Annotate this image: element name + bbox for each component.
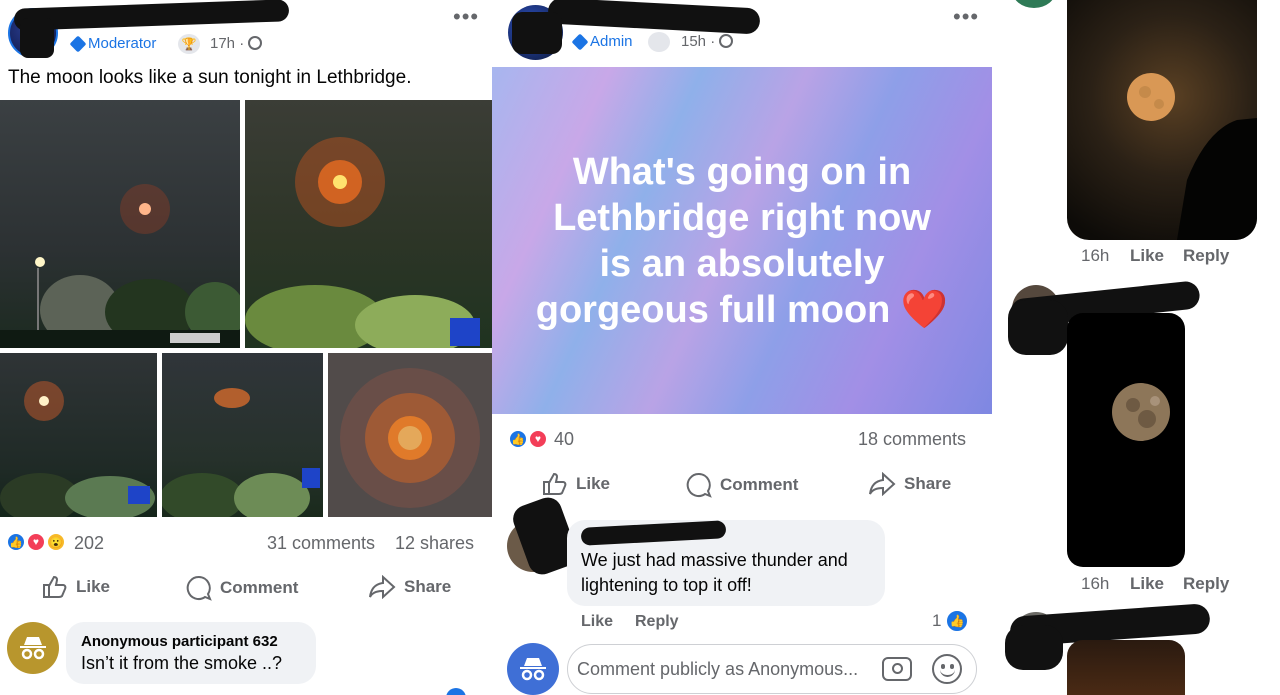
more-options-icon[interactable]: ••• xyxy=(953,6,979,28)
comment-text: Isn’t it from the smoke ..? xyxy=(81,653,283,673)
like-badge-icon: 👍 xyxy=(945,609,969,633)
comment-like-link[interactable]: Like xyxy=(1130,246,1164,266)
comment-icon xyxy=(186,575,212,601)
composer-placeholder: Comment publicly as Anonymous... xyxy=(577,659,859,679)
camera-icon[interactable] xyxy=(882,657,912,681)
share-icon xyxy=(869,472,896,496)
comment-reply-link[interactable]: Reply xyxy=(1183,246,1229,266)
trophy-icon: 🏆 xyxy=(178,34,200,54)
moon-comment-photo-3[interactable] xyxy=(1067,640,1185,695)
like-button[interactable]: Like xyxy=(542,472,610,496)
medal-icon xyxy=(648,32,670,52)
post-time[interactable]: 15h · xyxy=(681,33,734,50)
reaction-count[interactable]: 202 xyxy=(74,533,104,554)
globe-icon xyxy=(719,34,734,48)
comment-like-link[interactable]: Like xyxy=(581,613,613,631)
composer-avatar xyxy=(507,643,559,695)
like-badge-icon xyxy=(446,688,466,695)
share-count[interactable]: 12 shares xyxy=(395,533,474,554)
comment-composer[interactable]: Comment publicly as Anonymous... xyxy=(567,644,977,694)
share-button[interactable]: Share xyxy=(868,472,951,496)
moon-comment-photo-2[interactable] xyxy=(1067,313,1185,567)
diamond-icon xyxy=(69,35,87,52)
comment-like-link[interactable]: Like xyxy=(1130,574,1164,594)
like-reaction-icon: 👍 xyxy=(508,429,528,449)
text-post-message: What's going on in Lethbridge right now … xyxy=(535,150,949,331)
text-post-background[interactable]: What's going on in Lethbridge right now … xyxy=(492,67,992,414)
share-icon xyxy=(369,575,396,599)
wow-reaction-icon: 😮 xyxy=(46,532,66,552)
moon-photo-1[interactable] xyxy=(0,100,240,348)
commenter-avatar[interactable] xyxy=(1012,0,1056,8)
anonymous-avatar[interactable] xyxy=(7,622,59,674)
comment-time: 16h xyxy=(1081,246,1110,265)
moderator-badge: Moderator xyxy=(69,35,156,52)
share-button[interactable]: Share xyxy=(368,575,451,599)
more-options-icon[interactable]: ••• xyxy=(453,6,479,28)
globe-icon xyxy=(248,36,263,50)
love-reaction-icon: ♥ xyxy=(26,532,46,552)
post-time[interactable]: 17h · xyxy=(210,35,263,52)
incognito-icon xyxy=(20,637,46,660)
moon-photo-3[interactable] xyxy=(0,353,157,517)
redacted-name xyxy=(547,0,761,35)
comment-author[interactable]: Anonymous participant 632 xyxy=(81,633,278,650)
diamond-icon xyxy=(571,33,589,50)
comment-actions-cut xyxy=(80,688,180,695)
like-reaction-icon: 👍 xyxy=(6,532,26,552)
comment-button[interactable]: Comment xyxy=(686,472,798,498)
comment-bubble: Anonymous participant 632 Isn’t it from … xyxy=(66,622,316,684)
like-button[interactable]: Like xyxy=(42,575,110,599)
redacted-avatar-scribble xyxy=(20,18,54,58)
thumbs-up-icon xyxy=(43,575,67,598)
emoji-icon[interactable] xyxy=(932,654,962,684)
admin-badge: Admin xyxy=(571,33,633,50)
comment-button[interactable]: Comment xyxy=(186,575,298,601)
comment-like-count: 1 xyxy=(932,611,942,630)
comment-bubble: We just had massive thunder and lighteni… xyxy=(567,520,885,606)
comment-count[interactable]: 18 comments xyxy=(858,429,966,450)
thumbs-up-icon xyxy=(543,472,567,495)
post-text: The moon looks like a sun tonight in Let… xyxy=(8,67,412,88)
redacted-name xyxy=(13,0,290,31)
redacted-name xyxy=(580,520,727,546)
redacted-avatar-scribble xyxy=(512,12,562,54)
reaction-count[interactable]: 40 xyxy=(554,429,574,450)
comment-time: 16h xyxy=(1081,574,1110,593)
redacted-avatar-scribble xyxy=(1005,625,1063,670)
comment-icon xyxy=(686,472,712,498)
love-reaction-icon: ♥ xyxy=(528,429,548,449)
moon-photo-5[interactable] xyxy=(328,353,492,517)
comment-text: We just had massive thunder and lighteni… xyxy=(581,550,848,595)
comment-reply-link[interactable]: Reply xyxy=(635,613,679,631)
moon-photo-4[interactable] xyxy=(162,353,323,517)
incognito-icon xyxy=(520,658,546,681)
comment-reply-link[interactable]: Reply xyxy=(1183,574,1229,594)
comment-count[interactable]: 31 comments xyxy=(267,533,375,554)
redacted-avatar-scribble xyxy=(1008,300,1068,355)
moon-comment-photo-1[interactable] xyxy=(1067,0,1257,240)
moon-photo-2[interactable] xyxy=(245,100,492,348)
